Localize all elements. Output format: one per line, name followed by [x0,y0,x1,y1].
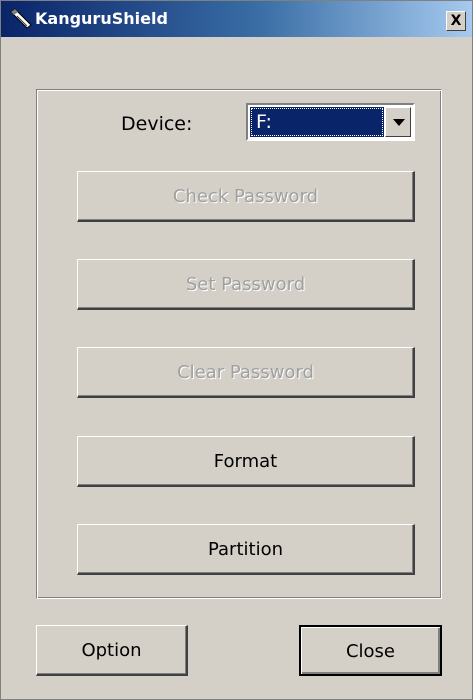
kangurushield-window: KanguruShield X Device: F: Check Passwor… [0,0,473,700]
device-dropdown-button[interactable] [385,107,411,137]
usb-drive-icon [9,8,33,30]
device-label: Device: [121,113,193,135]
window-title: KanguruShield [35,9,168,28]
device-selected-value[interactable]: F: [250,107,384,137]
title-bar[interactable]: KanguruShield X [1,1,472,37]
option-button[interactable]: Option [36,625,188,676]
close-button[interactable]: Close [299,625,442,676]
clear-password-button[interactable]: Clear Password [77,347,415,398]
close-window-button[interactable]: X [446,11,466,31]
set-password-button[interactable]: Set Password [77,259,415,310]
check-password-button[interactable]: Check Password [77,171,415,222]
format-button[interactable]: Format [77,436,415,487]
device-select[interactable]: F: [246,103,415,141]
chevron-down-icon [393,119,405,126]
controls-group [36,89,442,599]
partition-button[interactable]: Partition [77,524,415,575]
